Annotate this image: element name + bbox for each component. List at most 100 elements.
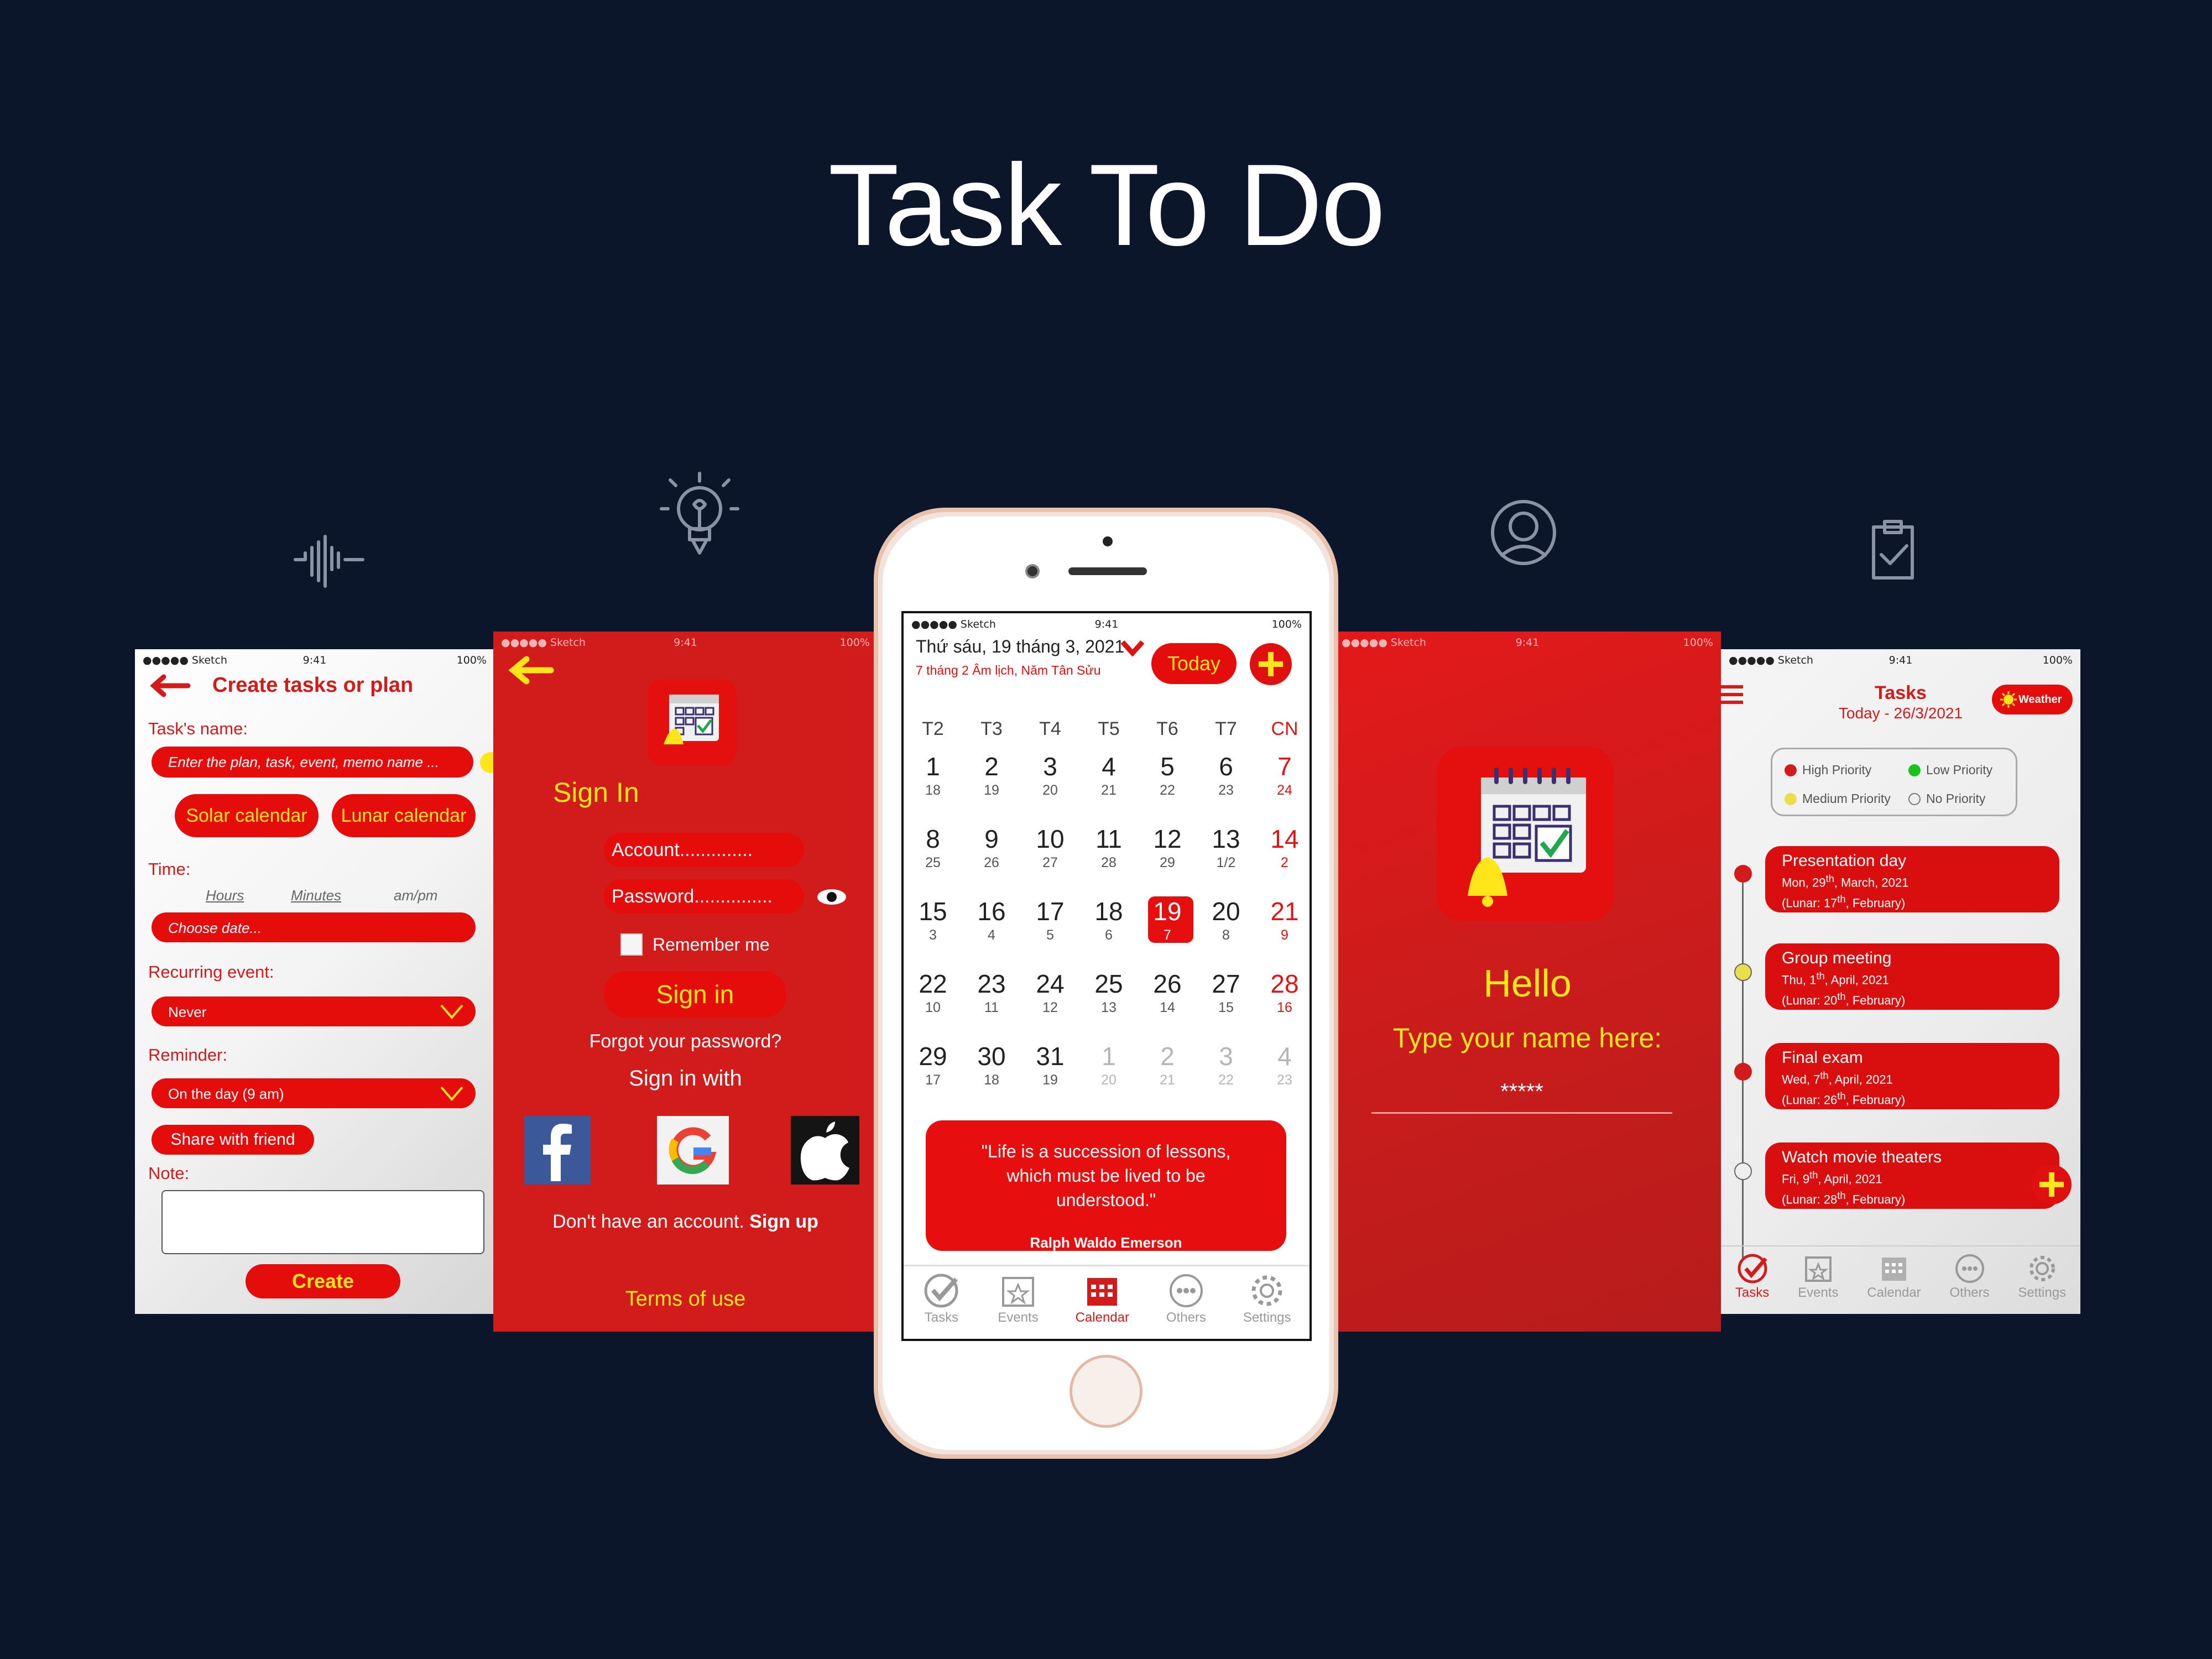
solar-day: 30 bbox=[977, 1042, 1006, 1071]
calendar-day-cell[interactable]: 30 18 bbox=[962, 1035, 1021, 1107]
share-with-friend-button[interactable]: Share with friend bbox=[152, 1125, 314, 1155]
add-icon[interactable] bbox=[480, 752, 494, 773]
eye-icon[interactable] bbox=[815, 887, 848, 907]
home-button[interactable] bbox=[1070, 1355, 1142, 1428]
date-picker[interactable]: Choose date... bbox=[152, 912, 476, 942]
calendar-day-cell[interactable]: 3 20 bbox=[1021, 745, 1079, 817]
lunar-calendar-button[interactable]: Lunar calendar bbox=[332, 794, 476, 837]
add-task-icon[interactable] bbox=[2031, 1164, 2073, 1206]
tab-tasks[interactable]: Tasks bbox=[1735, 1252, 1769, 1301]
hours-field[interactable]: Hours bbox=[206, 887, 244, 904]
calendar-day-cell[interactable]: 31 19 bbox=[1021, 1035, 1079, 1107]
calendar-day-cell[interactable]: 5 22 bbox=[1138, 745, 1197, 817]
calendar-day-cell[interactable]: 14 2 bbox=[1255, 817, 1310, 890]
tabbar-divider bbox=[1721, 1245, 2080, 1246]
calendar-day-cell[interactable]: 25 13 bbox=[1079, 962, 1138, 1035]
calendar-day-cell[interactable]: 19 7 bbox=[1138, 890, 1197, 962]
calendar-day-cell[interactable]: 2 21 bbox=[1138, 1035, 1197, 1107]
ampm-field[interactable]: am/pm bbox=[394, 887, 437, 904]
tab-tasks[interactable]: Tasks bbox=[922, 1271, 961, 1326]
battery-text: 100% bbox=[1683, 637, 1713, 649]
tab-calendar[interactable]: Calendar bbox=[1867, 1252, 1921, 1301]
calendar-day-cell[interactable]: 4 21 bbox=[1079, 745, 1138, 817]
minutes-field[interactable]: Minutes bbox=[291, 887, 341, 904]
calendar-day-cell[interactable]: 9 26 bbox=[962, 817, 1021, 890]
task-card[interactable]: Final exam Wed, 7th, April, 2021 (Lunar:… bbox=[1765, 1043, 2059, 1109]
task-name-input[interactable]: Enter the plan, task, event, memo name .… bbox=[152, 747, 473, 778]
calendar-day-cell[interactable]: 28 16 bbox=[1255, 962, 1310, 1035]
lightbulb-icon bbox=[660, 472, 739, 555]
create-button[interactable]: Create bbox=[246, 1264, 400, 1298]
note-textarea[interactable] bbox=[161, 1190, 484, 1254]
calendar-day-cell[interactable]: 3 22 bbox=[1197, 1035, 1255, 1107]
remember-me-checkbox[interactable] bbox=[620, 933, 643, 956]
calendar-day-cell[interactable]: 22 10 bbox=[904, 962, 962, 1035]
calendar-day-cell[interactable]: 26 14 bbox=[1138, 962, 1197, 1035]
recurring-select[interactable]: Never bbox=[152, 997, 476, 1026]
calendar-day-cell[interactable]: 4 23 bbox=[1255, 1035, 1310, 1107]
weather-label: Weather bbox=[2018, 693, 2062, 706]
calendar-day-cell[interactable]: 13 1/2 bbox=[1197, 817, 1255, 890]
terms-of-use-link[interactable]: Terms of use bbox=[493, 1287, 878, 1311]
forgot-password-link[interactable]: Forgot your password? bbox=[493, 1031, 878, 1052]
reminder-select[interactable]: On the day (9 am) bbox=[152, 1078, 476, 1108]
weekday-label: T2 bbox=[922, 718, 944, 739]
tab-events[interactable]: Events bbox=[998, 1271, 1039, 1326]
back-arrow-icon[interactable] bbox=[147, 672, 191, 700]
tab-others[interactable]: Others bbox=[1166, 1271, 1206, 1326]
password-input[interactable]: Password............... bbox=[604, 879, 804, 914]
calendar-day-cell[interactable]: 17 5 bbox=[1021, 890, 1079, 962]
lunar-day: 23 bbox=[1218, 782, 1234, 798]
tab-settings[interactable]: Settings bbox=[2018, 1252, 2066, 1301]
add-event-icon[interactable] bbox=[1249, 642, 1293, 686]
calendar-day-cell[interactable]: 23 11 bbox=[962, 962, 1021, 1035]
solar-day: 18 bbox=[1094, 897, 1123, 926]
calendar-day-cell[interactable]: 219 bbox=[962, 745, 1021, 817]
none-dot bbox=[1908, 792, 1921, 805]
calendar-day-cell[interactable]: 24 12 bbox=[1021, 962, 1079, 1035]
calendar-day-cell[interactable]: 18 6 bbox=[1079, 890, 1138, 962]
no-account-text: Don't have an account. Sign up bbox=[493, 1211, 878, 1233]
lunar-day: 21 bbox=[1160, 1072, 1175, 1088]
today-button[interactable]: Today bbox=[1151, 643, 1237, 684]
sign-in-button[interactable]: Sign in bbox=[604, 971, 786, 1018]
task-lunar-rest: , February) bbox=[1845, 1093, 1906, 1107]
task-card[interactable]: Watch movie theaters Fri, 9th, April, 20… bbox=[1765, 1142, 2059, 1209]
calendar-day-cell[interactable]: 6 23 bbox=[1197, 745, 1255, 817]
task-date-rest: , March, 2021 bbox=[1834, 875, 1909, 890]
calendar-day-cell[interactable]: 10 27 bbox=[1021, 817, 1079, 890]
calendar-day-cell[interactable]: 1 18 bbox=[904, 745, 962, 817]
facebook-button[interactable] bbox=[524, 1116, 591, 1185]
calendar-day-cell[interactable]: 16 4 bbox=[962, 890, 1021, 962]
sign-up-link[interactable]: Sign up bbox=[749, 1211, 818, 1232]
calendar-day-cell[interactable]: 8 25 bbox=[904, 817, 962, 890]
calendar-day-cell[interactable]: 20 8 bbox=[1197, 890, 1255, 962]
chevron-down-icon[interactable] bbox=[1120, 640, 1145, 656]
more-dots-icon bbox=[1169, 1274, 1203, 1307]
back-arrow-icon[interactable] bbox=[505, 654, 555, 687]
reminder-value: On the day (9 am) bbox=[168, 1086, 284, 1102]
lunar-day: 28 bbox=[1101, 855, 1117, 870]
weather-button[interactable]: Weather bbox=[1992, 685, 2073, 714]
calendar-screen: ●●●●● Sketch 9:41 100% Thứ sáu, 19 tháng… bbox=[901, 611, 1312, 1341]
tab-events[interactable]: Events bbox=[1798, 1252, 1838, 1301]
calendar-day-cell[interactable]: 29 17 bbox=[904, 1035, 962, 1107]
status-bar: ●●●●● Sketch 9:41 100% bbox=[1334, 632, 1721, 654]
task-card[interactable]: Presentation day Mon, 29th, March, 2021 … bbox=[1765, 846, 2059, 912]
calendar-day-cell[interactable]: 11 28 bbox=[1079, 817, 1138, 890]
tab-calendar[interactable]: Calendar bbox=[1076, 1271, 1129, 1326]
account-input[interactable]: Account.............. bbox=[604, 833, 804, 867]
calendar-day-cell[interactable]: 15 3 bbox=[904, 890, 962, 962]
tab-others[interactable]: Others bbox=[1949, 1252, 1990, 1301]
name-input[interactable]: ***** bbox=[1371, 1079, 1672, 1114]
calendar-day-cell[interactable]: 1 20 bbox=[1079, 1035, 1138, 1107]
calendar-day-cell[interactable]: 7 24 bbox=[1255, 745, 1310, 817]
calendar-day-cell[interactable]: 12 29 bbox=[1138, 817, 1197, 890]
calendar-day-cell[interactable]: 27 15 bbox=[1197, 962, 1255, 1035]
task-card[interactable]: Group meeting Thu, 1th, April, 2021 (Lun… bbox=[1765, 943, 2059, 1010]
calendar-day-cell[interactable]: 219 bbox=[1255, 890, 1310, 962]
google-button[interactable] bbox=[657, 1116, 729, 1185]
tab-settings[interactable]: Settings bbox=[1243, 1271, 1291, 1326]
solar-calendar-button[interactable]: Solar calendar bbox=[175, 794, 319, 837]
apple-button[interactable] bbox=[791, 1116, 859, 1185]
